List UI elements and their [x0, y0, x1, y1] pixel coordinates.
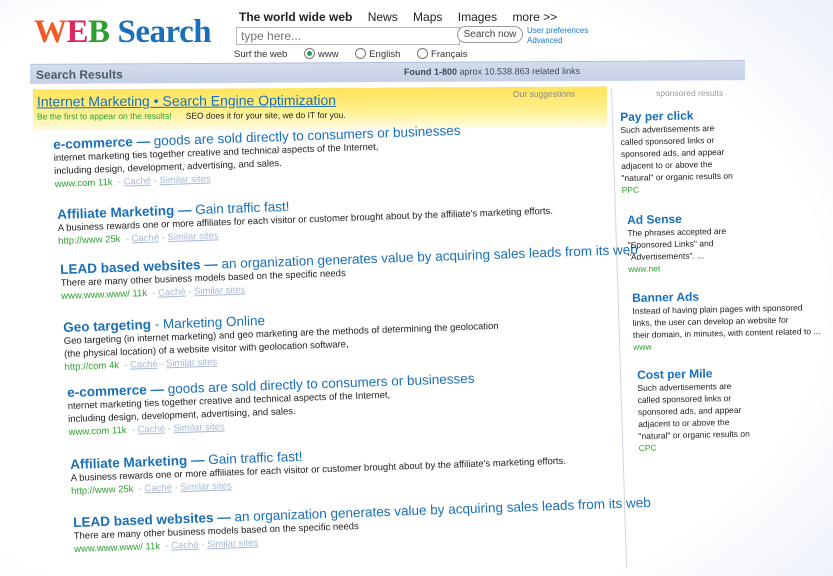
- top-nav: The world wide web News Maps Images more…: [239, 10, 569, 24]
- radio-empty-icon[interactable]: [355, 48, 367, 59]
- sponsored-label: sponsored results: [656, 88, 724, 98]
- radio-english[interactable]: English: [355, 48, 401, 60]
- search-result: Geo targeting - Marketing Online Geo targ…: [63, 305, 500, 374]
- cache-link[interactable]: Caché: [171, 540, 199, 552]
- ad-description: "natural" or organic results on: [638, 428, 750, 441]
- search-result: LEAD based websites — an organization ge…: [73, 495, 652, 556]
- results-title: Search Results: [35, 67, 123, 82]
- cache-link[interactable]: Caché: [144, 482, 172, 494]
- search-result: Affiliate Marketing — Gain traffic fast!…: [57, 190, 554, 248]
- user-preferences-link[interactable]: User preferences: [527, 26, 588, 36]
- radio-francais[interactable]: Français: [417, 48, 468, 60]
- suggestions-label: Our suggestions: [512, 88, 575, 99]
- cache-link[interactable]: Caché: [137, 424, 165, 436]
- separator: -: [162, 540, 172, 552]
- results-bar: Search Results Found 1-800 aprox 10.538.…: [29, 60, 746, 84]
- radio-english-label: English: [369, 49, 401, 60]
- suggestion-tagline: Be the first to appear on the results!: [37, 110, 172, 122]
- nav-maps[interactable]: Maps: [413, 10, 442, 24]
- suggestion-box: Our suggestions Internet Marketing • Sea…: [32, 86, 608, 131]
- search-result: e-commerce — goods are sold directly to …: [67, 371, 476, 439]
- similar-sites-link[interactable]: Similar sites: [180, 480, 232, 493]
- similar-sites-link[interactable]: Similar sites: [173, 422, 225, 435]
- result-url: www.com 11k: [68, 424, 127, 438]
- search-result: e-commerce — goods are sold directly to …: [53, 123, 462, 191]
- results-count: Found 1-800 aprox 10.538.863 related lin…: [404, 66, 580, 77]
- result-url: www.www.www/ 11k: [74, 540, 161, 555]
- nav-more[interactable]: more >>: [512, 10, 557, 24]
- advanced-link[interactable]: Advanced: [527, 36, 588, 46]
- suggestion-text: SEO does it for your site, we do IT for …: [185, 109, 346, 121]
- surf-options: Surf the web www English Français: [234, 48, 467, 60]
- surf-label: Surf the web: [234, 49, 288, 60]
- logo: WEB Search: [34, 14, 212, 51]
- similar-sites-link[interactable]: Similar sites: [194, 285, 246, 298]
- sponsored-ad: Pay per click Such advertisements are call…: [620, 108, 733, 197]
- suggestion-title-link[interactable]: Internet Marketing • Search Engine Optim…: [37, 92, 336, 110]
- search-now-button[interactable]: Search now: [457, 26, 523, 43]
- separator: -: [164, 423, 174, 435]
- cache-link[interactable]: Caché: [130, 359, 158, 371]
- logo-letter-e: E: [66, 14, 89, 50]
- result-url: http://com 4k: [64, 360, 120, 373]
- sponsored-ad: Cost per Mile Such advertisements are call…: [637, 366, 750, 455]
- suggestion-subtitle: Be the first to appear on the results! SE…: [37, 110, 346, 122]
- result-url: www.com 11k: [54, 176, 113, 190]
- separator: -: [149, 287, 159, 299]
- radio-francais-label: Français: [431, 49, 468, 60]
- similar-sites-link[interactable]: Similar sites: [167, 230, 219, 243]
- cache-link[interactable]: Caché: [123, 176, 151, 188]
- logo-letter-w: W: [34, 14, 67, 50]
- result-url: http://www 25k: [58, 233, 121, 247]
- separator: -: [150, 175, 160, 187]
- ad-url[interactable]: www.net: [628, 261, 727, 276]
- ad-url[interactable]: PPC: [622, 182, 734, 197]
- cache-link[interactable]: Caché: [131, 232, 159, 244]
- sponsored-ad: Ad Sense The phrases accepted are "Sponsor…: [627, 211, 727, 276]
- nav-news[interactable]: News: [368, 10, 398, 24]
- separator: -: [198, 539, 208, 551]
- result-url: www.www.www/ 11k: [61, 287, 148, 302]
- ad-description: "natural" or organic results on: [621, 170, 733, 183]
- separator: -: [114, 176, 124, 188]
- result-url: http://www 25k: [71, 483, 134, 497]
- separator: -: [128, 424, 138, 436]
- search-result: LEAD based websites — an organization ge…: [60, 242, 639, 303]
- results-range: Found 1-800: [403, 66, 458, 77]
- radio-www-label: www: [317, 49, 339, 60]
- radio-selected-icon[interactable]: [303, 48, 315, 59]
- search-input[interactable]: [236, 27, 460, 45]
- similar-sites-link[interactable]: Similar sites: [159, 174, 211, 187]
- similar-sites-link[interactable]: Similar sites: [207, 538, 259, 551]
- similar-sites-link[interactable]: Similar sites: [166, 357, 218, 370]
- nav-web[interactable]: The world wide web: [239, 10, 352, 24]
- sponsored-ad: Banner Ads Instead of having plain pages …: [632, 287, 821, 354]
- radio-empty-icon[interactable]: [417, 48, 429, 59]
- logo-search-word: Search: [117, 14, 212, 50]
- radio-www[interactable]: www: [303, 48, 339, 60]
- cache-link[interactable]: Caché: [158, 287, 186, 299]
- results-total: aprox 10.538.863 related links: [456, 65, 581, 77]
- logo-letter-b: B: [88, 14, 110, 50]
- ad-description: "Sponsored Links" and: [627, 238, 714, 250]
- ad-url[interactable]: CPC: [639, 440, 751, 455]
- preference-links: User preferences Advanced: [527, 26, 588, 46]
- separator: -: [185, 286, 195, 298]
- nav-images[interactable]: Images: [458, 10, 497, 24]
- search-result: Affiliate Marketing — Gain traffic fast!…: [70, 440, 567, 498]
